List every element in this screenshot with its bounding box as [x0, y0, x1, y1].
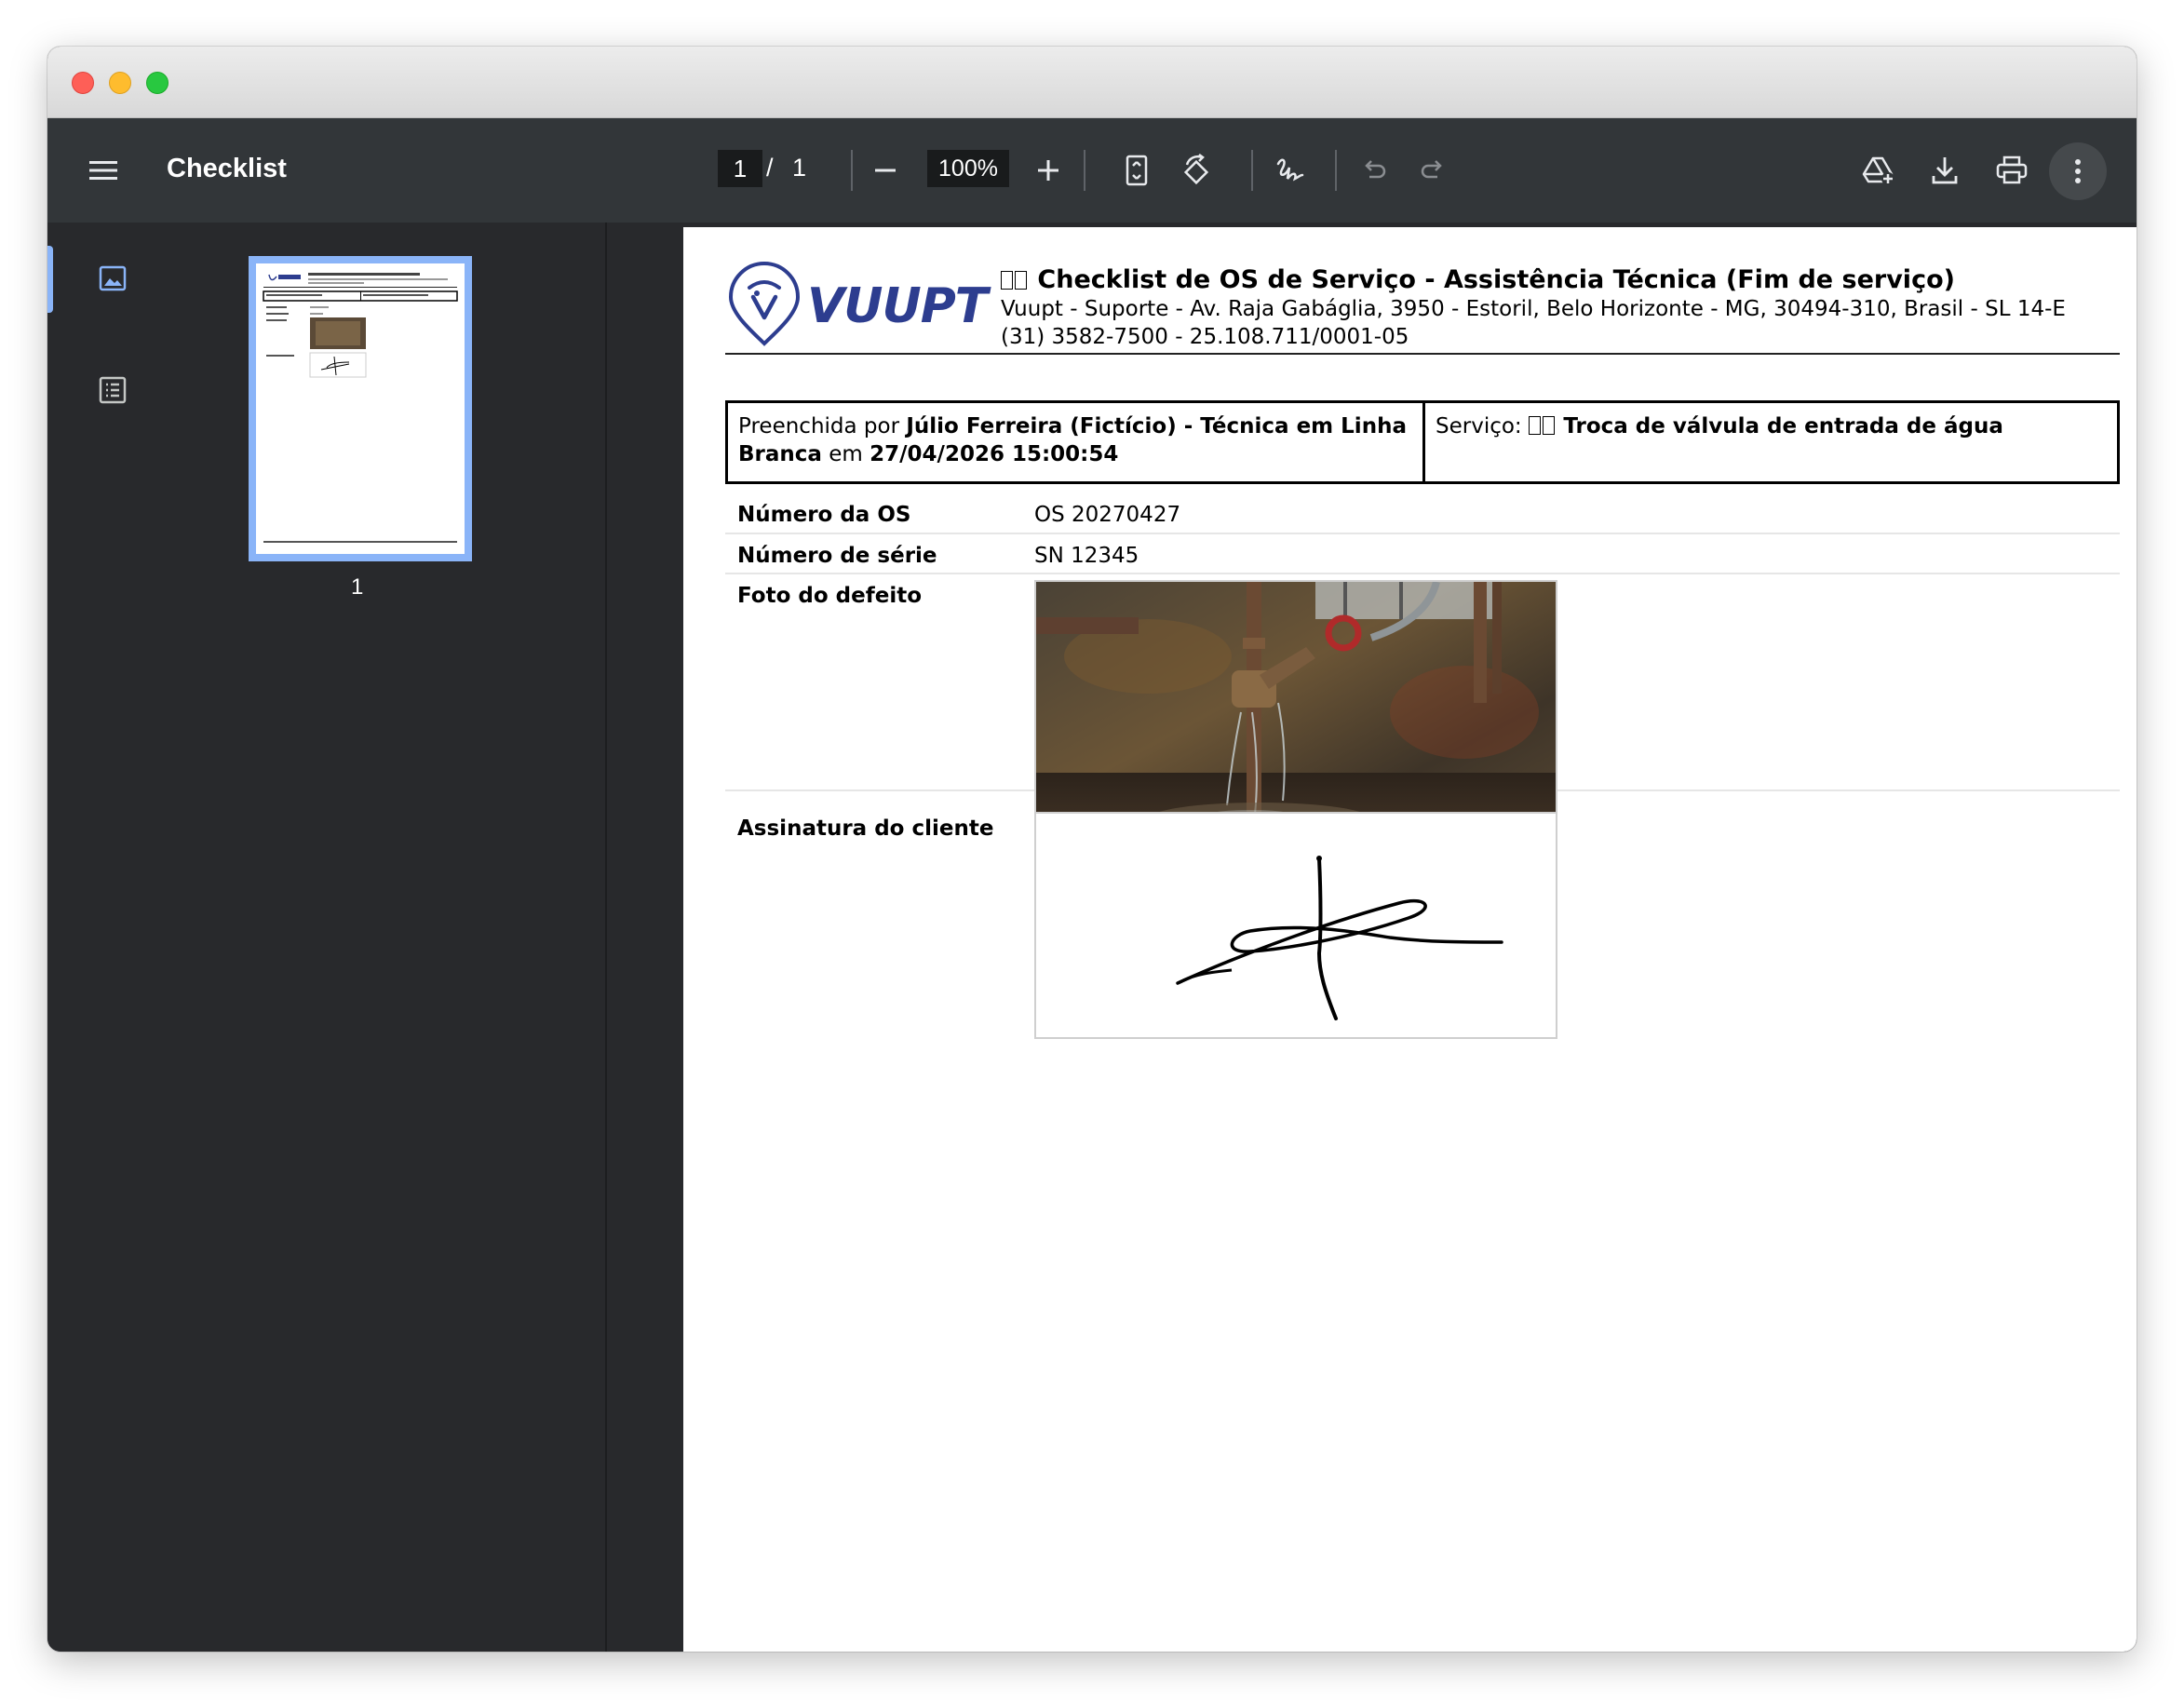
undo-icon[interactable] [1355, 152, 1393, 189]
thumbnail-page-label: 1 [351, 574, 364, 600]
service-cell: Serviço: Troca de válvula de entrada de … [1436, 414, 2003, 438]
customer-signature [1034, 812, 1557, 1039]
row-label: Número de série [737, 544, 937, 568]
thumbnail-sidebar: 1 [47, 223, 607, 1652]
filled-by-cell: Preenchida por Júlio Ferreira (Fictício)… [728, 403, 1425, 481]
page-number-input[interactable]: 1 [718, 150, 762, 187]
table-row: Número de série SN 12345 [725, 534, 2120, 574]
pdf-toolbar: Checklist 1 / 1 100% [47, 118, 2137, 223]
document-title: Checklist [167, 154, 287, 183]
more-options-icon[interactable] [2049, 142, 2107, 200]
pdf-viewer: VUUPT Checklist de OS de Serviço - Assis… [609, 223, 2137, 1652]
info-box: Preenchida por Júlio Ferreira (Fictício)… [725, 400, 2120, 484]
page-separator: / [766, 154, 774, 182]
pdf-page: VUUPT Checklist de OS de Serviço - Assis… [683, 227, 2137, 1652]
annotate-icon[interactable] [1270, 150, 1311, 191]
table-row: Número da OS OS 20270427 [725, 493, 2120, 534]
outline-icon[interactable] [94, 371, 131, 409]
checklist-title: Checklist de OS de Serviço - Assistência… [1001, 265, 1955, 294]
page-total: 1 [792, 154, 807, 182]
close-window-button[interactable] [72, 72, 94, 94]
download-icon[interactable] [1924, 150, 1965, 191]
hamburger-menu-icon[interactable] [87, 154, 120, 187]
page-thumbnail[interactable] [249, 256, 472, 561]
company-address: Vuupt - Suporte - Av. Raja Gabáglia, 395… [1001, 297, 2066, 321]
print-icon[interactable] [1990, 150, 2033, 191]
active-tab-indicator [47, 246, 53, 313]
row-label: Assinatura do cliente [737, 816, 994, 841]
company-contact: (31) 3582-7500 - 25.108.711/0001-05 [1001, 325, 1409, 349]
toolbar-divider [851, 150, 853, 191]
document-header: VUUPT Checklist de OS de Serviço - Assis… [725, 260, 2120, 355]
toolbar-divider [1084, 150, 1085, 191]
save-to-drive-icon[interactable] [1857, 150, 1900, 191]
row-label: Número da OS [737, 503, 911, 527]
row-label: Foto do defeito [737, 584, 923, 608]
rotate-icon[interactable] [1176, 150, 1217, 191]
maximize-window-button[interactable] [146, 72, 169, 94]
fit-page-icon[interactable] [1118, 150, 1155, 191]
toolbar-divider [1335, 150, 1337, 191]
vuupt-logo-icon [728, 262, 801, 346]
os-number-value: OS 20270427 [1034, 503, 1181, 527]
title-bar [47, 47, 2137, 118]
thumbnails-icon[interactable] [94, 260, 131, 297]
toolbar-divider [1251, 150, 1253, 191]
zoom-in-icon[interactable] [1030, 152, 1067, 189]
redo-icon[interactable] [1414, 152, 1451, 189]
minimize-window-button[interactable] [109, 72, 131, 94]
zoom-out-icon[interactable] [867, 152, 904, 189]
serial-number-value: SN 12345 [1034, 544, 1139, 568]
table-row: Foto do defeito [725, 574, 2120, 865]
vuupt-logo-text: VUUPT [807, 278, 988, 334]
browser-window: Checklist 1 / 1 100% 1 VUUPT Checklist d… [47, 47, 2137, 1652]
table-row: Assinatura do cliente [725, 791, 2120, 1071]
zoom-level-input[interactable]: 100% [927, 150, 1009, 187]
